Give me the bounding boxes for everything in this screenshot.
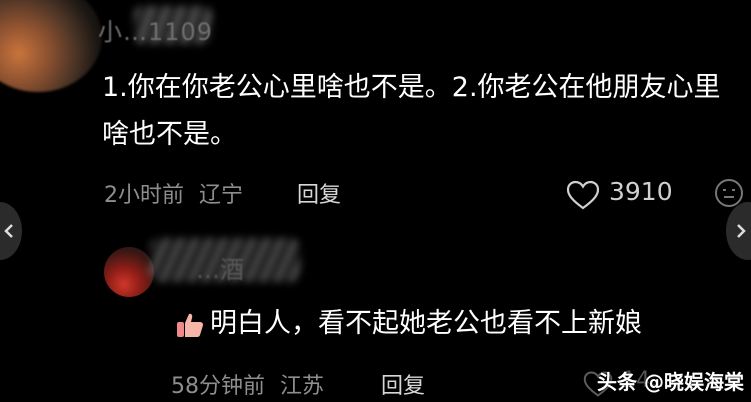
watermark: 头条 @晓娱海棠: [597, 370, 744, 394]
heart-icon[interactable]: [566, 180, 600, 210]
comment-text: 明白人，看不起她老公也看不上新娘: [210, 308, 642, 339]
comment-meta: 2小时前 辽宁: [104, 177, 243, 209]
chevron-left-icon: [4, 224, 13, 238]
chevron-right-icon: [737, 224, 746, 238]
reply-button[interactable]: 回复: [297, 177, 341, 209]
comment-meta: 58分钟前 江苏: [171, 368, 324, 400]
next-button[interactable]: [726, 202, 751, 260]
reply-button[interactable]: 回复: [381, 368, 425, 400]
avatar[interactable]: [0, 0, 102, 92]
comment-location: 江苏: [280, 374, 325, 399]
like-count: 3910: [609, 177, 673, 206]
comment-location: 辽宁: [199, 183, 244, 208]
comment-time: 58分钟前: [171, 374, 265, 399]
avatar[interactable]: [104, 247, 154, 297]
comment-text: 1.你在你老公心里啥也不是。2.你老公在他朋友心里啥也不是。: [102, 72, 721, 150]
thumbs-up-icon: [177, 313, 204, 337]
comment-username[interactable]: 小…1109: [98, 12, 213, 47]
comment-time: 2小时前: [104, 183, 184, 208]
comment-username[interactable]: …酒: [196, 250, 244, 285]
prev-button[interactable]: [0, 202, 22, 260]
